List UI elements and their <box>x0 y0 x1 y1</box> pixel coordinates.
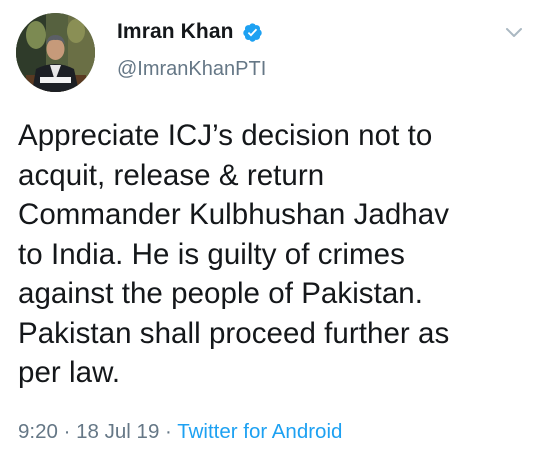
user-handle[interactable]: @ImranKhanPTI <box>117 58 266 81</box>
avatar[interactable] <box>16 13 95 92</box>
avatar-photo <box>16 13 95 92</box>
verified-badge-icon <box>242 22 263 43</box>
meta-separator: · <box>165 420 172 443</box>
name-row: Imran Khan <box>117 20 263 44</box>
display-name[interactable]: Imran Khan <box>117 20 234 44</box>
tweet-date[interactable]: 18 Jul 19 <box>76 420 159 443</box>
tweet-source-link[interactable]: Twitter for Android <box>177 420 342 443</box>
meta-separator: · <box>63 420 71 443</box>
tweet-meta: 9:20 · 18 Jul 19 · Twitter for Android <box>18 420 342 444</box>
tweet-time[interactable]: 9:20 <box>18 420 58 443</box>
chevron-down-icon[interactable] <box>505 26 523 38</box>
tweet-text: Appreciate ICJ’s decision not to acquit,… <box>18 119 450 389</box>
tweet-card: Imran Khan @ImranKhanPTI Appreciate ICJ’… <box>0 0 540 457</box>
